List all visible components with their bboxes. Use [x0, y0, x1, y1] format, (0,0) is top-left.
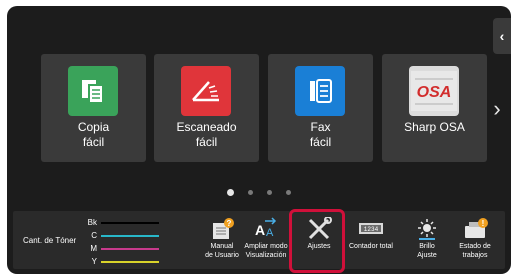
- app-tile-escaneado-facil[interactable]: Escaneado fácil: [154, 54, 259, 162]
- toner-level-bar: [101, 261, 159, 263]
- svg-text:?: ?: [227, 219, 232, 228]
- function-bar: Cant. de Tóner Bk C M Y ? Manual de Usua…: [13, 211, 505, 269]
- home-screen: ‹ Copia fácil Escaneado fácil Fax fácil …: [7, 6, 511, 274]
- toner-level-bar: [101, 235, 159, 237]
- enlarge-display-icon: A A: [253, 217, 279, 241]
- toner-row-m: M: [87, 244, 159, 254]
- sharp-osa-icon: OSA: [409, 66, 459, 116]
- function-label: Contador total: [349, 243, 393, 250]
- user-manual-icon: ?: [209, 217, 235, 241]
- job-status-icon: !: [462, 217, 488, 241]
- brightness-icon: [414, 217, 440, 241]
- toner-letter: M: [90, 244, 97, 253]
- app-grid: Copia fácil Escaneado fácil Fax fácil OS…: [41, 54, 487, 162]
- svg-text:A: A: [255, 222, 265, 238]
- job-status-button[interactable]: ! Estado de trabajos: [450, 213, 500, 267]
- page-dot[interactable]: [227, 188, 234, 196]
- settings-highlight-frame: [289, 209, 345, 273]
- copy-icon: [68, 66, 118, 116]
- page-dot[interactable]: [286, 189, 291, 195]
- app-label: Sharp OSA: [404, 120, 465, 134]
- toner-title: Cant. de Tóner: [23, 236, 77, 245]
- side-panel-toggle[interactable]: ‹: [493, 18, 511, 54]
- toner-level-bar: [101, 248, 159, 250]
- enlarge-display-button[interactable]: A A Ampliar modo Visualización: [241, 213, 291, 267]
- page-dot[interactable]: [267, 189, 272, 195]
- function-label: Estado de trabajos: [459, 243, 491, 259]
- total-counter-icon: 1234: [358, 217, 384, 241]
- fax-icon: [295, 66, 345, 116]
- svg-text:OSA: OSA: [417, 84, 452, 101]
- svg-text:!: !: [482, 219, 485, 228]
- app-tile-copia-facil[interactable]: Copia fácil: [41, 54, 146, 162]
- app-label: Copia fácil: [77, 120, 110, 149]
- svg-text:1234: 1234: [364, 226, 379, 233]
- page-dot[interactable]: [248, 189, 253, 195]
- toner-letter: Y: [91, 257, 97, 266]
- app-tile-fax-facil[interactable]: Fax fácil: [268, 54, 373, 162]
- app-label: Fax fácil: [309, 120, 332, 149]
- app-tile-sharp-osa[interactable]: OSA Sharp OSA: [382, 54, 487, 162]
- toner-letter: Bk: [87, 218, 97, 227]
- toner-level-bar: [101, 222, 159, 224]
- toner-row-bk: Bk: [87, 218, 159, 228]
- chevron-left-icon: ‹: [499, 28, 505, 44]
- app-label: Escaneado fácil: [176, 120, 237, 149]
- toner-status: Cant. de Tóner Bk C M Y: [21, 215, 161, 267]
- chevron-right-icon: ›: [493, 96, 501, 121]
- total-counter-button[interactable]: 1234 Contador total: [346, 213, 396, 267]
- page-indicator: [7, 187, 511, 197]
- next-page-button[interactable]: ›: [489, 94, 505, 124]
- toner-row-y: Y: [87, 257, 159, 267]
- toner-row-c: C: [87, 231, 159, 241]
- toner-letter: C: [91, 231, 97, 240]
- scan-icon: [181, 66, 231, 116]
- svg-text:A: A: [266, 227, 274, 239]
